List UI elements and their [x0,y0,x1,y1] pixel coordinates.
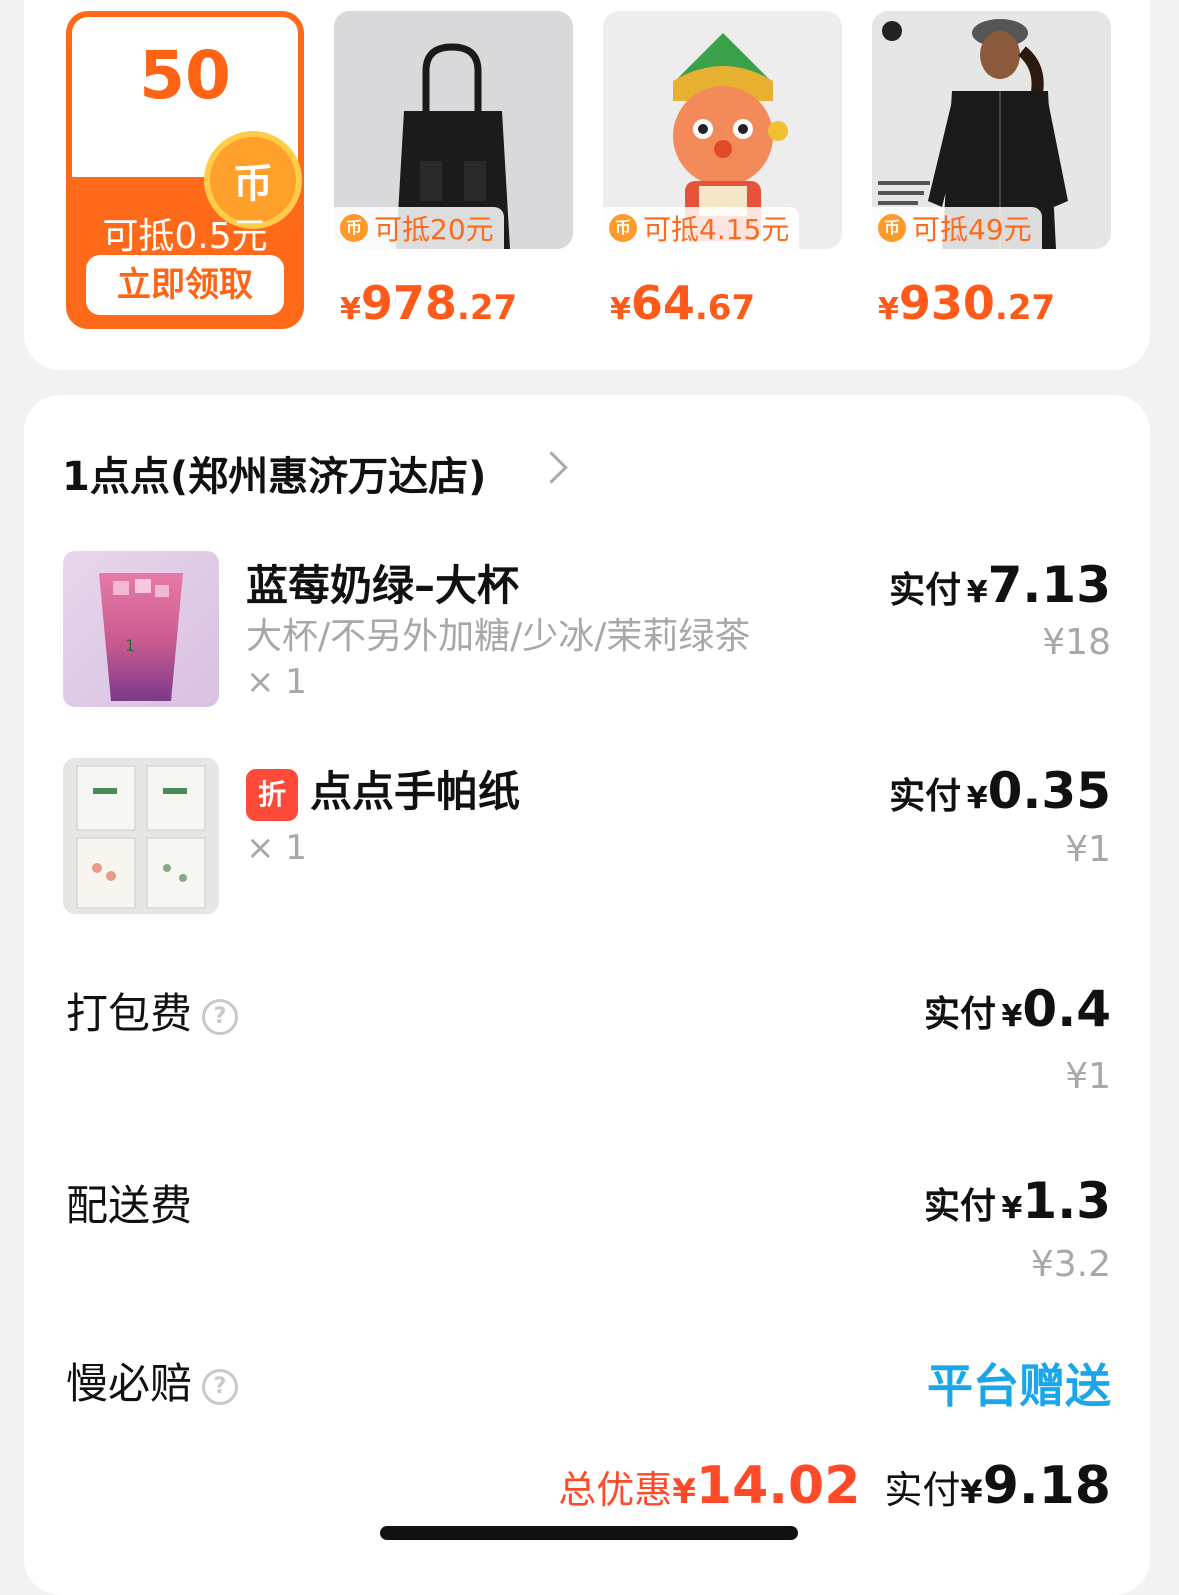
paid-label: 实付 [923,1186,996,1227]
item-qty: × 1 [246,828,307,868]
product-price: ¥64.67 [610,276,755,330]
delivery-fee-original: ¥3.2 [1030,1244,1111,1285]
help-icon[interactable]: ? [202,1368,239,1405]
item-name: 蓝莓奶绿–大杯 [246,561,520,610]
item-thumbnail[interactable] [63,758,219,914]
item-original-price: ¥1 [1065,829,1111,870]
fee-label-text: 打包费 [66,989,193,1038]
deduct-badge: 币 可抵20元 [334,207,504,249]
coin-icon: 币 [878,214,906,242]
delivery-fee-label: 配送费 [66,1181,193,1230]
coin-icon: 币 [340,214,368,242]
deduct-text: 可抵49元 [912,213,1032,246]
paid-label: 实付 [923,994,996,1035]
home-indicator[interactable] [380,1526,798,1540]
order-summary: 总优惠¥14.02 实付¥9.18 [558,1456,1111,1516]
delivery-fee-paid: 实付 ¥1.3 [924,1172,1111,1230]
paid-amount: 0.35 [987,762,1111,820]
currency-symbol: ¥ [1001,999,1023,1034]
paid-amount: 1.3 [1022,1172,1111,1230]
packaging-fee-label: 打包费? [66,980,239,1041]
paid-amount: 7.13 [987,556,1111,614]
currency-symbol: ¥ [340,292,361,327]
packaging-fee-original: ¥1 [1065,1056,1111,1097]
price-int: 930 [898,276,995,330]
svg-text:1: 1 [125,636,135,655]
item-thumbnail[interactable]: 1 [63,551,219,707]
tissue-box-image [63,758,219,914]
claim-button[interactable]: 立即领取 [86,255,284,315]
currency-symbol: ¥ [966,781,988,816]
price-int: 978 [360,276,457,330]
currency-symbol: ¥ [960,1473,983,1511]
currency-symbol: ¥ [672,1472,696,1512]
packaging-fee-paid: 实付 ¥0.4 [924,980,1111,1038]
bubble-tea-image: 1 [63,551,219,707]
paid-label: 实付 [889,776,962,817]
product-tile-tote[interactable]: 币 可抵20元 [334,11,573,249]
product-tile-figurine[interactable]: 币 可抵4.15元 [603,11,842,249]
store-name[interactable]: 1点点(郑州惠济万达店) [62,444,486,502]
item-original-price: ¥18 [1042,622,1111,663]
coupon-amount: 50 [139,37,231,114]
product-price: ¥978.27 [340,276,517,330]
discount-label: 总优惠 [558,1468,673,1512]
product-tile-jacket[interactable]: 币 可抵49元 [872,11,1111,249]
price-dec: .27 [994,288,1056,328]
slow-guarantee-label: 慢必赔? [66,1350,239,1411]
coin-glyph: 币 [233,161,273,207]
paid-label: 实付 [884,1468,961,1512]
platform-gift-text: 平台赠送 [927,1359,1111,1413]
price-dec: .67 [694,288,756,328]
item-spec: 大杯/不另外加糖/少冰/茉莉绿茶 [246,616,751,657]
item-name-row: 折点点手帕纸 [246,758,520,821]
item-paid: 实付 ¥7.13 [889,556,1111,614]
item-qty: × 1 [246,662,307,702]
paid-amount: 0.4 [1022,980,1111,1038]
coupon-tile[interactable]: 50 币 可抵0.5元 立即领取 [66,11,304,329]
coin-icon: 币 [609,214,637,242]
deduct-text: 可抵20元 [374,213,494,246]
currency-symbol: ¥ [878,292,899,327]
guarantee-label-text: 慢必赔 [66,1359,193,1408]
deduct-badge: 币 可抵49元 [872,207,1042,249]
price-int: 64 [630,276,695,330]
item-paid: 实付 ¥0.35 [889,762,1111,820]
paid-label: 实付 [889,570,962,611]
currency-symbol: ¥ [610,292,631,327]
discount-amount: 14.02 [695,1456,861,1516]
deduct-badge: 币 可抵4.15元 [603,207,800,249]
total-paid-amount: 9.18 [982,1456,1111,1516]
currency-symbol: ¥ [966,575,988,610]
product-price: ¥930.27 [878,276,1055,330]
coupon-worth: 可抵0.5元 [102,216,268,257]
deduct-text: 可抵4.15元 [643,213,790,246]
discount-tag: 折 [246,768,298,821]
item-name: 点点手帕纸 [310,767,521,816]
price-dec: .27 [456,288,518,328]
currency-symbol: ¥ [1001,1191,1023,1226]
help-icon[interactable]: ? [202,998,239,1035]
